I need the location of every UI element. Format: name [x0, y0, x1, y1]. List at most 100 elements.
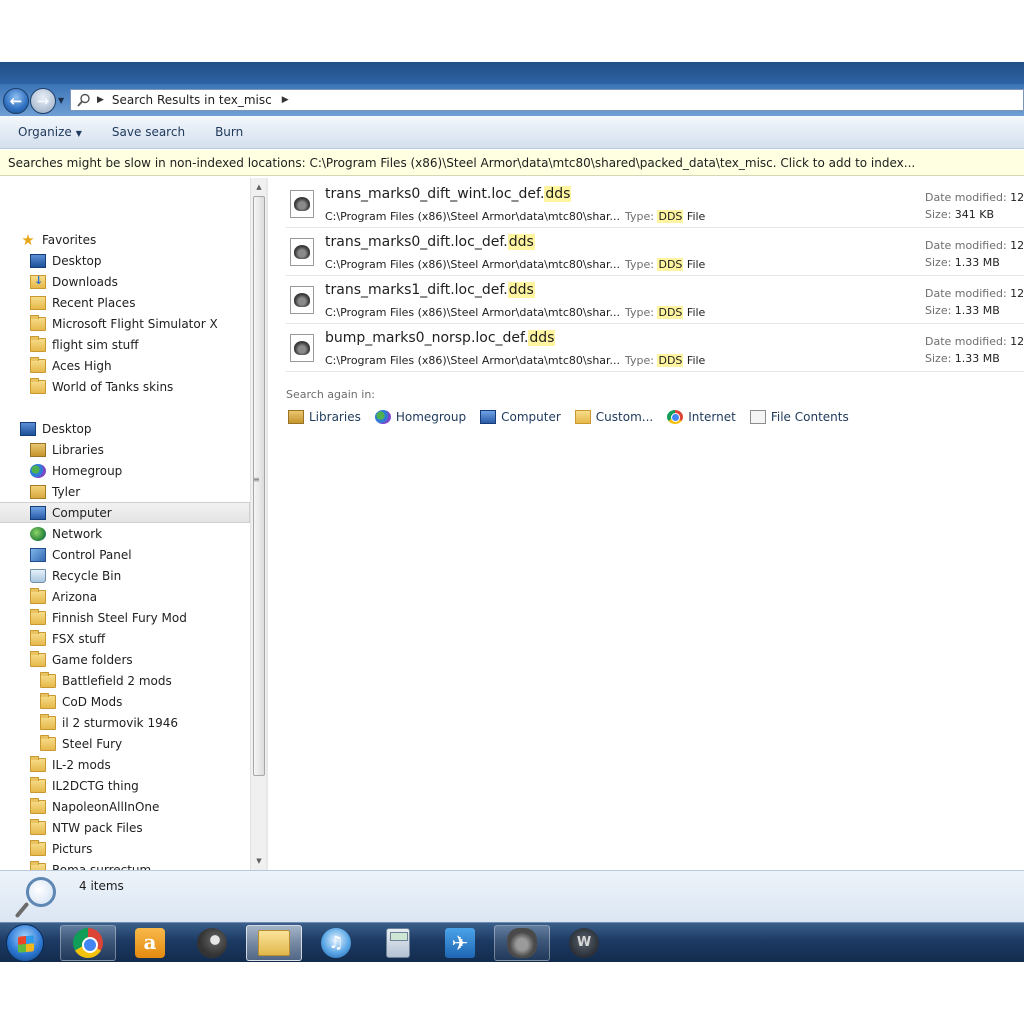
forward-button[interactable]: →	[30, 88, 56, 114]
nav-item-world-of-tanks-skins[interactable]: World of Tanks skins	[0, 376, 250, 397]
address-bar[interactable]: ▶ Search Results in tex_misc ▶	[70, 89, 1024, 111]
taskbar-gimp[interactable]	[494, 925, 550, 961]
result-date-modified: Date modified: 12/	[925, 239, 1024, 252]
organize-button[interactable]: Organize ▼	[18, 125, 82, 139]
nav-item-downloads[interactable]: Downloads	[0, 271, 250, 292]
explorer-icon	[258, 930, 290, 956]
result-row[interactable]: trans_marks1_dift.loc_def.dds C:\Program …	[286, 276, 1024, 324]
result-file-name[interactable]: trans_marks1_dift.loc_def.dds	[325, 282, 535, 298]
start-button[interactable]	[6, 924, 44, 962]
taskbar-world-of-tanks[interactable]: W	[556, 925, 612, 961]
nav-item-picturs[interactable]: Picturs	[0, 838, 250, 859]
scrollbar-thumb[interactable]	[253, 196, 265, 776]
scroll-down-icon[interactable]: ▼	[251, 854, 267, 868]
breadcrumb-arrow-icon[interactable]: ▶	[97, 95, 104, 105]
network-icon	[30, 526, 46, 541]
nav-item-ntw-pack-files[interactable]: NTW pack Files	[0, 817, 250, 838]
breadcrumb-search-results[interactable]: Search Results in tex_misc	[112, 93, 272, 107]
nav-item-recycle-bin[interactable]: Recycle Bin	[0, 565, 250, 586]
nav-item-battlefield-2-mods[interactable]: Battlefield 2 mods	[0, 670, 250, 691]
type-label: Type:	[625, 306, 654, 319]
search-again-custom[interactable]: Custom...	[574, 410, 653, 424]
size-label: Size:	[925, 304, 952, 317]
folder-icon	[40, 713, 56, 730]
nav-item-napoleonallinone[interactable]: NapoleonAllInOne	[0, 796, 250, 817]
taskbar-steam[interactable]	[184, 925, 240, 961]
gimp-file-glyph	[294, 197, 310, 211]
file-contents-icon	[749, 410, 766, 424]
nav-item-finnish-steel-fury-mod[interactable]: Finnish Steel Fury Mod	[0, 607, 250, 628]
nav-item-roma-surrectum[interactable]: Roma surrectum	[0, 859, 250, 870]
result-row[interactable]: bump_marks0_norsp.loc_def.dds C:\Program …	[286, 324, 1024, 372]
nav-item-control-panel[interactable]: Control Panel	[0, 544, 250, 565]
folder-icon	[30, 818, 46, 835]
taskbar-explorer[interactable]	[246, 925, 302, 961]
folder-icon	[30, 839, 46, 856]
nav-item-steel-fury[interactable]: Steel Fury	[0, 733, 250, 754]
nav-item-computer[interactable]: Computer	[0, 502, 250, 523]
search-again-internet[interactable]: Internet	[667, 410, 736, 424]
burn-button[interactable]: Burn	[215, 125, 243, 139]
nav-item-game-folders[interactable]: Game folders	[0, 649, 250, 670]
taskbar-chrome[interactable]	[60, 925, 116, 961]
nav-item-desktop[interactable]: Desktop	[0, 418, 250, 439]
search-again-file-contents[interactable]: File Contents	[749, 410, 849, 424]
nav-item-il2dctg-thing[interactable]: IL2DCTG thing	[0, 775, 250, 796]
nav-item-desktop[interactable]: Desktop	[0, 250, 250, 271]
nav-item-label: Favorites	[42, 232, 97, 247]
nav-item-microsoft-flight-simulator-x[interactable]: Microsoft Flight Simulator X	[0, 313, 250, 334]
nav-item-arizona[interactable]: Arizona	[0, 586, 250, 607]
result-row[interactable]: trans_marks0_dift_wint.loc_def.dds C:\Pro…	[286, 180, 1024, 228]
desktop-icon	[30, 253, 46, 268]
nav-item-label: Steel Fury	[62, 736, 123, 751]
date-label: Date modified:	[925, 287, 1007, 300]
nav-item-label: Control Panel	[52, 547, 132, 562]
folder-icon	[30, 314, 46, 331]
nav-item-favorites[interactable]: ★ Favorites	[0, 229, 250, 250]
index-info-bar[interactable]: Searches might be slow in non-indexed lo…	[0, 150, 1024, 176]
nav-item-tyler[interactable]: Tyler	[0, 481, 250, 502]
nav-item-network[interactable]: Network	[0, 523, 250, 544]
navigation-scrollbar[interactable]: ▲ ≡ ▼	[250, 178, 266, 870]
search-again-label-text: Computer	[501, 410, 561, 424]
back-button[interactable]: ←	[3, 88, 29, 114]
search-again-computer[interactable]: Computer	[480, 410, 561, 424]
save-search-button[interactable]: Save search	[112, 125, 185, 139]
result-file-name[interactable]: trans_marks0_dift_wint.loc_def.dds	[325, 186, 572, 202]
result-file-name[interactable]: trans_marks0_dift.loc_def.dds	[325, 234, 535, 250]
taskbar-calculator[interactable]	[370, 925, 426, 961]
search-again-libraries[interactable]: Libraries	[288, 410, 361, 424]
nav-item-il-2-sturmovik-1946[interactable]: il 2 sturmovik 1946	[0, 712, 250, 733]
size-value: 341 KB	[954, 208, 995, 221]
nav-item-homegroup[interactable]: Homegroup	[0, 460, 250, 481]
result-file-name[interactable]: bump_marks0_norsp.loc_def.dds	[325, 330, 556, 346]
type-highlight: DDS	[657, 258, 684, 271]
nav-item-il-2-mods[interactable]: IL-2 mods	[0, 754, 250, 775]
search-again-homegroup[interactable]: Homegroup	[374, 410, 466, 424]
date-value: 12/	[1010, 287, 1024, 300]
folder-icon	[30, 755, 46, 772]
taskbar-amazon[interactable]: a	[122, 925, 178, 961]
amazon-icon: a	[135, 928, 165, 958]
search-again-options: Libraries Homegroup Computer Custom... Inter…	[288, 410, 863, 424]
date-label: Date modified:	[925, 335, 1007, 348]
breadcrumb-arrow-icon[interactable]: ▶	[282, 95, 289, 105]
taskbar-itunes[interactable]: ♫	[308, 925, 364, 961]
size-label: Size:	[925, 352, 952, 365]
result-row[interactable]: trans_marks0_dift.loc_def.dds C:\Program …	[286, 228, 1024, 276]
nav-item-label: Desktop	[52, 253, 102, 268]
nav-item-cod-mods[interactable]: CoD Mods	[0, 691, 250, 712]
taskbar-flight-sim[interactable]: ✈	[432, 925, 488, 961]
result-file-type: Type: DDS File	[625, 354, 705, 367]
title-bar: ← → ▼ ▶ Search Results in tex_misc ▶	[0, 62, 1024, 116]
magnifier-icon	[26, 877, 56, 907]
recent-pages-dropdown[interactable]: ▼	[58, 96, 68, 106]
nav-item-recent-places[interactable]: Recent Places	[0, 292, 250, 313]
nav-item-fsx-stuff[interactable]: FSX stuff	[0, 628, 250, 649]
nav-item-libraries[interactable]: Libraries	[0, 439, 250, 460]
scroll-up-icon[interactable]: ▲	[251, 180, 267, 194]
nav-item-flight-sim-stuff[interactable]: flight sim stuff	[0, 334, 250, 355]
star-icon: ★	[21, 230, 35, 249]
itunes-icon: ♫	[321, 928, 351, 958]
nav-item-aces-high[interactable]: Aces High	[0, 355, 250, 376]
